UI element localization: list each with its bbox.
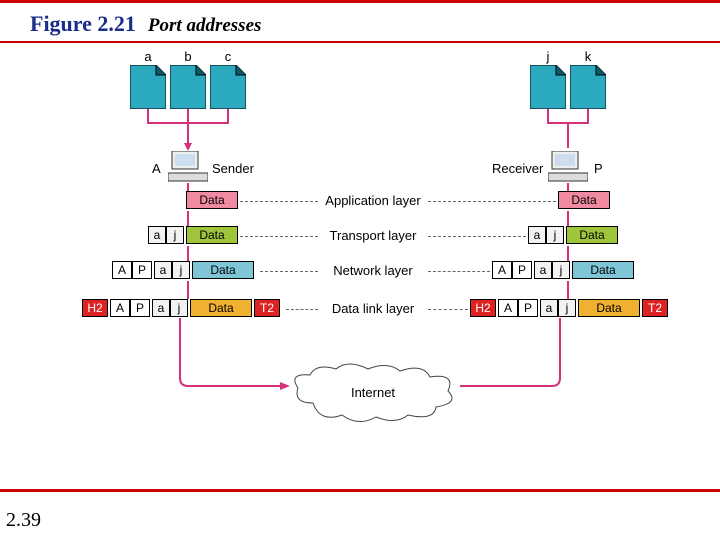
- layer-datalink: Data link layer: [318, 301, 428, 316]
- hdr-T2: T2: [642, 299, 668, 317]
- document-icon: [170, 65, 206, 109]
- dash-right: [428, 309, 468, 310]
- process-k: k: [570, 65, 606, 109]
- sender-transport-data: Data: [186, 226, 238, 244]
- document-icon: [570, 65, 606, 109]
- hdr-P: P: [132, 261, 152, 279]
- hdr-A: A: [492, 261, 512, 279]
- computer-icon: [548, 151, 588, 183]
- sender-link-data: Data: [190, 299, 252, 317]
- process-j: j: [530, 65, 566, 109]
- figure-title: Port addresses: [148, 15, 261, 36]
- document-icon: [530, 65, 566, 109]
- hdr-P: P: [512, 261, 532, 279]
- process-c: c: [210, 65, 246, 109]
- hdr-a: a: [534, 261, 552, 279]
- process-label: k: [570, 49, 606, 64]
- sender-host-label: A: [152, 161, 161, 176]
- sender-app-data: Data: [186, 191, 238, 209]
- hdr-A: A: [110, 299, 130, 317]
- hdr-H2: H2: [82, 299, 108, 317]
- process-label: c: [210, 49, 246, 64]
- process-b: b: [170, 65, 206, 109]
- dash-left: [240, 236, 318, 237]
- hdr-j: j: [558, 299, 576, 317]
- diagram-area: a b c j k A Sender Receiver P Applicatio…: [60, 43, 680, 453]
- document-icon: [210, 65, 246, 109]
- dash-left: [260, 271, 318, 272]
- hdr-a: a: [152, 299, 170, 317]
- computer-icon: [168, 151, 208, 183]
- dash-left: [240, 201, 318, 202]
- hdr-a: a: [528, 226, 546, 244]
- hdr-j: j: [546, 226, 564, 244]
- hdr-j: j: [172, 261, 190, 279]
- layer-transport: Transport layer: [318, 228, 428, 243]
- figure-header: Figure 2.21 Port addresses: [0, 3, 720, 41]
- figure-number: Figure 2.21: [30, 11, 136, 36]
- hdr-T2: T2: [254, 299, 280, 317]
- receiver-network-data: Data: [572, 261, 634, 279]
- layer-application: Application layer: [318, 193, 428, 208]
- hdr-j: j: [552, 261, 570, 279]
- hdr-a: a: [154, 261, 172, 279]
- receiver-app-data: Data: [558, 191, 610, 209]
- hdr-P: P: [130, 299, 150, 317]
- hdr-a: a: [148, 226, 166, 244]
- dash-right: [428, 271, 490, 272]
- receiver-host-label: P: [594, 161, 603, 176]
- layer-network: Network layer: [318, 263, 428, 278]
- internet-cloud: Internet: [288, 363, 458, 423]
- process-label: a: [130, 49, 166, 64]
- process-a: a: [130, 65, 166, 109]
- cloud-label: Internet: [288, 385, 458, 400]
- hdr-A: A: [112, 261, 132, 279]
- page-number: 2.39: [6, 509, 41, 532]
- receiver-transport-data: Data: [566, 226, 618, 244]
- dash-right: [428, 236, 526, 237]
- receiver-role: Receiver: [492, 161, 543, 176]
- hdr-j: j: [170, 299, 188, 317]
- process-label: j: [530, 49, 566, 64]
- hdr-H2: H2: [470, 299, 496, 317]
- hdr-a: a: [540, 299, 558, 317]
- dash-left: [286, 309, 318, 310]
- hdr-P: P: [518, 299, 538, 317]
- hdr-j: j: [166, 226, 184, 244]
- process-label: b: [170, 49, 206, 64]
- dash-right: [428, 201, 556, 202]
- receiver-link-data: Data: [578, 299, 640, 317]
- hdr-A: A: [498, 299, 518, 317]
- document-icon: [130, 65, 166, 109]
- sender-network-data: Data: [192, 261, 254, 279]
- sender-role: Sender: [212, 161, 254, 176]
